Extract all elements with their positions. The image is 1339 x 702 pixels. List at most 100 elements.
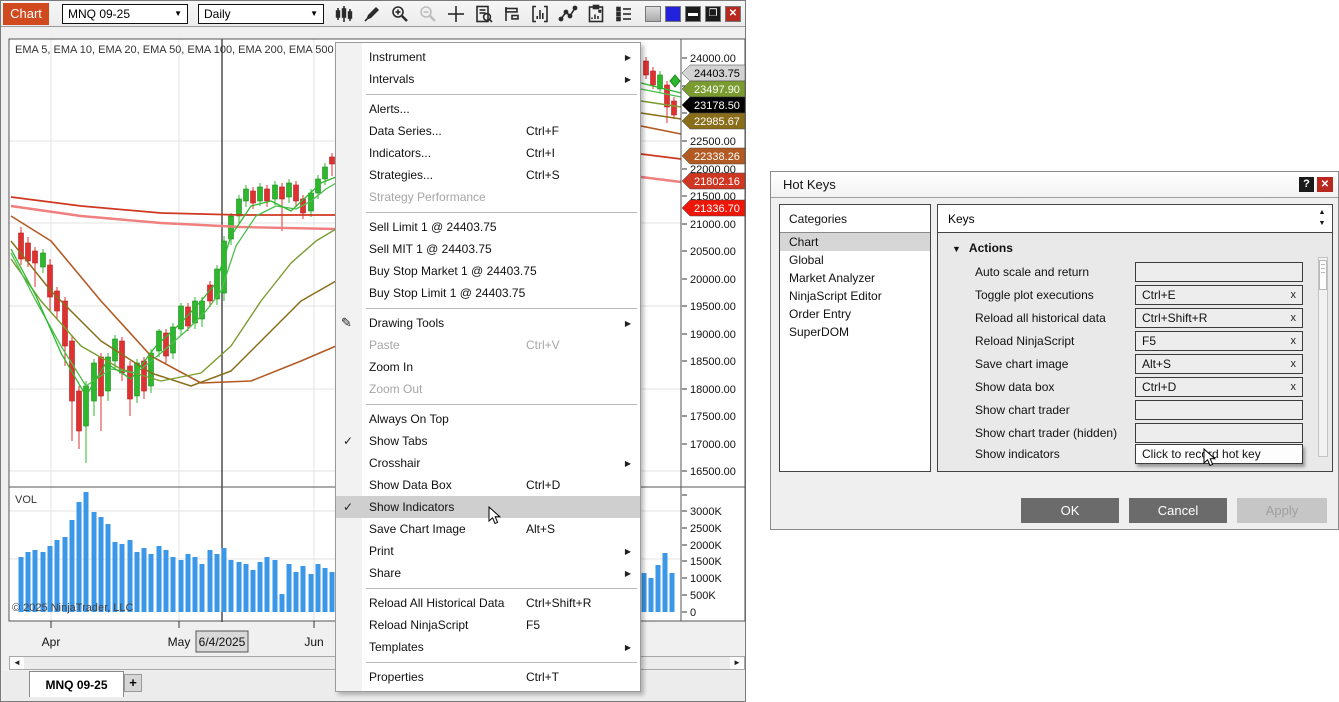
remove-hotkey-icon[interactable]: x xyxy=(1291,358,1297,370)
menu-item-properties[interactable]: PropertiesCtrl+T xyxy=(336,666,640,688)
menu-shortcut: F5 xyxy=(526,618,540,632)
menu-item-strategy-performance: Strategy Performance xyxy=(336,186,640,208)
menu-item-templates[interactable]: Templates▶ xyxy=(336,636,640,658)
hotkey-row: Toggle plot executionsCtrl+Ex xyxy=(938,285,1332,305)
apply-button[interactable]: Apply xyxy=(1237,498,1327,523)
menu-item-label: Zoom In xyxy=(369,360,413,374)
menu-item-sell-mit-1-24403-75[interactable]: Sell MIT 1 @ 24403.75 xyxy=(336,238,640,260)
tab-mnq-09-25[interactable]: MNQ 09-25 xyxy=(29,671,124,697)
minimize-button[interactable]: ▬ xyxy=(685,6,701,22)
menu-item-label: Sell Limit 1 @ 24403.75 xyxy=(369,220,497,234)
remove-hotkey-icon[interactable]: x xyxy=(1291,312,1297,324)
menu-item-instrument[interactable]: Instrument ▶ xyxy=(336,46,640,68)
hotkey-input[interactable]: Ctrl+Shift+Rx xyxy=(1135,308,1303,328)
hotkey-input[interactable] xyxy=(1135,262,1303,282)
menu-shortcut: Ctrl+I xyxy=(526,146,555,160)
data-box-icon[interactable] xyxy=(472,3,496,25)
menu-item-indicators[interactable]: Indicators...Ctrl+I xyxy=(336,142,640,164)
remove-hotkey-icon[interactable]: x xyxy=(1291,381,1297,393)
category-item-order-entry[interactable]: Order Entry xyxy=(780,305,930,323)
menu-item-buy-stop-limit-1-24403-75[interactable]: Buy Stop Limit 1 @ 24403.75 xyxy=(336,282,640,304)
dialog-title: Hot Keys xyxy=(771,172,1338,198)
hotkey-input[interactable] xyxy=(1135,423,1303,443)
menu-item-strategies[interactable]: Strategies...Ctrl+S xyxy=(336,164,640,186)
hotkey-input[interactable]: F5x xyxy=(1135,331,1303,351)
menu-item-show-tabs[interactable]: ✓Show Tabs xyxy=(336,430,640,452)
hotkey-input[interactable] xyxy=(1135,400,1303,420)
svg-text:18000.00: 18000.00 xyxy=(690,384,736,396)
menu-item-drawing-tools[interactable]: ✎Drawing Tools▶ xyxy=(336,312,640,334)
zoom-out-icon[interactable] xyxy=(416,3,440,25)
actions-group-header[interactable]: ▼Actions xyxy=(952,241,1013,255)
menu-item-crosshair[interactable]: Crosshair▶ xyxy=(336,452,640,474)
cancel-button[interactable]: Cancel xyxy=(1129,498,1227,523)
menu-item-alerts[interactable]: Alerts... xyxy=(336,98,640,120)
crosshair-icon[interactable] xyxy=(444,3,468,25)
close-button[interactable]: ✕ xyxy=(725,6,741,22)
checkmark-icon: ✓ xyxy=(343,434,353,448)
menu-item-reload-ninjascript[interactable]: Reload NinjaScriptF5 xyxy=(336,614,640,636)
category-item-superdom[interactable]: SuperDOM xyxy=(780,323,930,341)
properties-icon[interactable] xyxy=(612,3,636,25)
templates-icon[interactable] xyxy=(584,3,608,25)
hotkey-input[interactable]: Click to record hot key xyxy=(1135,444,1303,464)
collapse-triangle-icon: ▼ xyxy=(952,244,961,254)
scroll-left-icon[interactable]: ◄ xyxy=(10,657,24,669)
menu-item-zoom-in[interactable]: Zoom In xyxy=(336,356,640,378)
hotkey-input[interactable]: Ctrl+Dx xyxy=(1135,377,1303,397)
menu-item-label: Data Series... xyxy=(369,124,442,138)
instrument-dropdown[interactable]: MNQ 09-25 ▼ xyxy=(62,4,188,24)
help-button[interactable]: ? xyxy=(1299,177,1314,192)
menu-separator xyxy=(366,94,637,95)
hotkey-input[interactable]: Alt+Sx xyxy=(1135,354,1303,374)
drawing-tools-icon[interactable] xyxy=(360,3,384,25)
category-item-global[interactable]: Global xyxy=(780,251,930,269)
menu-item-intervals[interactable]: Intervals▶ xyxy=(336,68,640,90)
scroll-right-icon[interactable]: ► xyxy=(730,657,744,669)
maximize-button[interactable]: ❐ xyxy=(705,6,721,22)
chart-trader-icon[interactable] xyxy=(500,3,524,25)
interval-value: Daily xyxy=(204,7,231,21)
category-item-market-analyzer[interactable]: Market Analyzer xyxy=(780,269,930,287)
chart-tab-button[interactable]: Chart xyxy=(3,3,49,25)
theme-button[interactable] xyxy=(645,6,661,22)
menu-item-data-series[interactable]: Data Series...Ctrl+F xyxy=(336,120,640,142)
svg-text:22500.00: 22500.00 xyxy=(690,136,736,148)
menu-item-label: Instrument xyxy=(369,50,426,64)
menu-item-buy-stop-market-1-24403-75[interactable]: Buy Stop Market 1 @ 24403.75 xyxy=(336,260,640,282)
svg-text:1000K: 1000K xyxy=(690,573,722,585)
hotkey-row: Save chart imageAlt+Sx xyxy=(938,354,1332,374)
svg-text:22985.67: 22985.67 xyxy=(694,116,740,128)
hotkey-action-label: Reload all historical data xyxy=(975,311,1106,325)
ok-button[interactable]: OK xyxy=(1021,498,1119,523)
menu-item-sell-limit-1-24403-75[interactable]: Sell Limit 1 @ 24403.75 xyxy=(336,216,640,238)
indicators-icon[interactable] xyxy=(528,3,552,25)
menu-item-label: Show Indicators xyxy=(369,500,454,514)
menu-item-print[interactable]: Print▶ xyxy=(336,540,640,562)
menu-item-label: Intervals xyxy=(369,72,414,86)
submenu-arrow-icon: ▶ xyxy=(625,53,631,62)
menu-item-reload-all-historical-data[interactable]: Reload All Historical DataCtrl+Shift+R xyxy=(336,592,640,614)
svg-text:24000.00: 24000.00 xyxy=(690,53,736,65)
remove-hotkey-icon[interactable]: x xyxy=(1291,335,1297,347)
hotkey-action-label: Show chart trader (hidden) xyxy=(975,426,1117,440)
category-item-chart[interactable]: Chart xyxy=(780,233,930,251)
hotkey-input[interactable]: Ctrl+Ex xyxy=(1135,285,1303,305)
color-button[interactable] xyxy=(665,6,681,22)
interval-dropdown[interactable]: Daily ▼ xyxy=(198,4,324,24)
strategies-icon[interactable] xyxy=(556,3,580,25)
menu-shortcut: Ctrl+S xyxy=(526,168,560,182)
add-tab-button[interactable]: + xyxy=(124,674,142,692)
svg-text:Apr: Apr xyxy=(42,635,61,649)
menu-item-show-data-box[interactable]: Show Data BoxCtrl+D xyxy=(336,474,640,496)
category-item-ninjascript-editor[interactable]: NinjaScript Editor xyxy=(780,287,930,305)
svg-text:22338.26: 22338.26 xyxy=(694,151,740,163)
zoom-in-icon[interactable] xyxy=(388,3,412,25)
chart-style-icon[interactable] xyxy=(332,3,356,25)
dialog-close-icon[interactable]: ✕ xyxy=(1317,177,1333,192)
menu-item-share[interactable]: Share▶ xyxy=(336,562,640,584)
remove-hotkey-icon[interactable]: x xyxy=(1291,289,1297,301)
svg-text:500K: 500K xyxy=(690,590,716,602)
menu-item-always-on-top[interactable]: Always On Top xyxy=(336,408,640,430)
spinner-icons[interactable]: ▲▼ xyxy=(1315,207,1329,229)
